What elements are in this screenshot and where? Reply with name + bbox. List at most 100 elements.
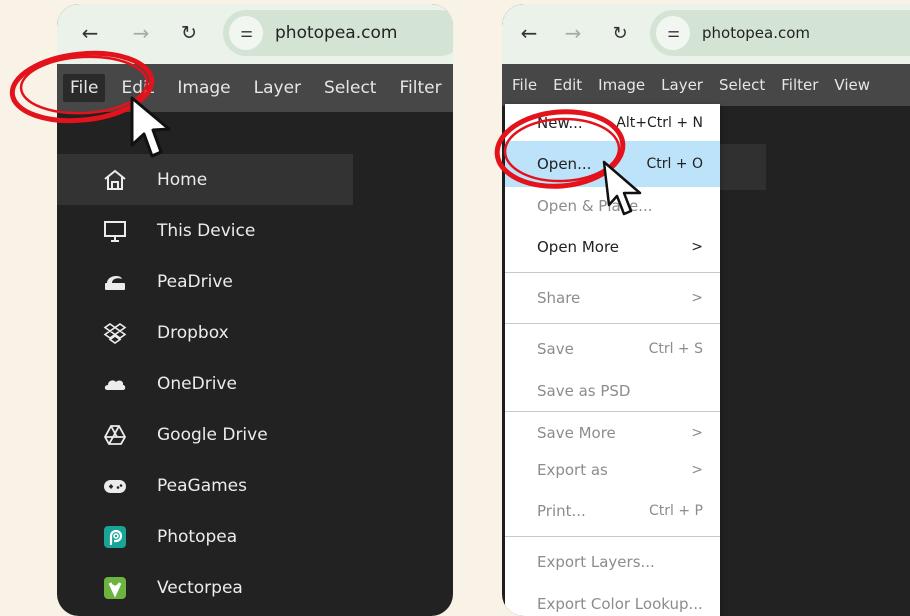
menu-item-shortcut: Ctrl + P: [649, 503, 703, 519]
app-menubar: File Edit Image Layer Select Filter View: [502, 64, 910, 106]
sidebar-label: This Device: [157, 220, 256, 241]
sidebar-label: OneDrive: [157, 373, 237, 394]
peadrive-icon: [103, 270, 127, 294]
sidebar-item-this-device[interactable]: This Device: [57, 205, 353, 256]
sidebar-item-onedrive[interactable]: OneDrive: [57, 358, 353, 409]
gamepad-icon: [103, 474, 127, 498]
sidebar-label: PeaDrive: [157, 271, 233, 292]
menu-separator: [505, 411, 720, 412]
url-text: photopea.com: [275, 23, 398, 43]
reload-button[interactable]: ↻: [174, 18, 204, 48]
menu-item-export-layers[interactable]: Export Layers...: [505, 539, 720, 585]
sidebar-label: Home: [157, 169, 208, 190]
vectorpea-icon: [103, 576, 127, 600]
menu-item-open[interactable]: Open... Ctrl + O: [505, 141, 720, 187]
menu-item-export-as[interactable]: Export as >: [505, 451, 720, 488]
menu-item-save[interactable]: Save Ctrl + S: [505, 326, 720, 372]
menu-item-label: Export Layers...: [537, 553, 655, 571]
forward-button[interactable]: →: [558, 18, 588, 48]
menu-item-label: Save as PSD: [537, 381, 631, 400]
sidebar-item-google-drive[interactable]: Google Drive: [57, 409, 353, 460]
sidebar-label: PeaGames: [157, 475, 247, 496]
right-screenshot-panel: ← → ↻ ⚌ photopea.com File Edit Image Lay…: [502, 4, 910, 616]
back-arrow-icon: ←: [81, 21, 99, 45]
menu-item-shortcut: Ctrl + S: [648, 341, 703, 357]
menu-item-save-more[interactable]: Save More >: [505, 414, 720, 451]
reload-button[interactable]: ↻: [605, 18, 635, 48]
back-button[interactable]: ←: [514, 18, 544, 48]
menu-item-save-psd[interactable]: Save as PSD: [505, 372, 720, 409]
back-button[interactable]: ←: [75, 18, 105, 48]
menu-item-open-more[interactable]: Open More >: [505, 224, 720, 270]
menu-item-open-place[interactable]: Open & Place...: [505, 187, 720, 224]
address-bar[interactable]: ⚌ photopea.com: [650, 10, 910, 56]
sidebar-label: Google Drive: [157, 424, 268, 445]
menu-item-shortcut: Ctrl + O: [646, 156, 703, 172]
menu-item-label: Share: [537, 289, 581, 307]
chevron-right-icon: >: [691, 461, 703, 478]
sidebar-label: Photopea: [157, 526, 238, 547]
menu-separator: [505, 323, 720, 324]
menu-separator: [505, 272, 720, 273]
menu-layer[interactable]: Layer: [247, 74, 308, 102]
reload-icon: ↻: [181, 22, 197, 44]
google-drive-icon: [103, 423, 127, 447]
menu-layer[interactable]: Layer: [654, 72, 710, 98]
sidebar-item-dropbox[interactable]: Dropbox: [57, 307, 353, 358]
menu-filter[interactable]: Filter: [774, 72, 825, 98]
menu-item-label: Open More: [537, 238, 620, 256]
monitor-icon: [103, 219, 127, 243]
forward-arrow-icon: →: [564, 21, 582, 45]
sidebar-item-vectorpea[interactable]: Vectorpea: [57, 562, 353, 613]
menu-image[interactable]: Image: [170, 74, 237, 102]
home-icon: [103, 168, 127, 192]
sidebar-item-home[interactable]: Home: [57, 154, 353, 205]
menu-item-label: Save: [537, 340, 574, 358]
chevron-right-icon: >: [691, 239, 703, 255]
menu-item-print[interactable]: Print... Ctrl + P: [505, 488, 720, 534]
reload-icon: ↻: [612, 22, 628, 44]
chevron-right-icon: >: [691, 290, 703, 306]
menu-item-label: Export Color Lookup...: [537, 594, 703, 613]
sidebar-item-peadrive[interactable]: PeaDrive: [57, 256, 353, 307]
file-menu-dropdown: New... Alt+Ctrl + N Open... Ctrl + O Ope…: [505, 104, 720, 616]
forward-button[interactable]: →: [126, 18, 156, 48]
menu-filter[interactable]: Filter: [392, 74, 448, 102]
onedrive-icon: [103, 372, 127, 396]
chevron-right-icon: >: [691, 424, 703, 441]
sidebar-item-photopea[interactable]: Photopea: [57, 511, 353, 562]
sidebar-selected-strip: [720, 144, 766, 190]
menu-edit[interactable]: Edit: [114, 74, 161, 102]
sidebar-label: Dropbox: [157, 322, 229, 343]
left-screenshot-panel: ← → ↻ ⚌ photopea.com File Edit Image Lay…: [57, 4, 453, 616]
menu-item-share[interactable]: Share >: [505, 275, 720, 321]
photopea-icon: [103, 525, 127, 549]
address-bar[interactable]: ⚌ photopea.com: [223, 10, 453, 56]
menu-edit[interactable]: Edit: [546, 72, 589, 98]
site-settings-icon[interactable]: ⚌: [229, 16, 263, 50]
menu-item-label: New...: [537, 113, 583, 132]
site-settings-icon[interactable]: ⚌: [656, 16, 690, 50]
menu-select[interactable]: Select: [712, 72, 772, 98]
menu-image[interactable]: Image: [591, 72, 652, 98]
menu-select[interactable]: Select: [317, 74, 383, 102]
menu-item-label: Export as: [537, 460, 608, 479]
menu-item-new[interactable]: New... Alt+Ctrl + N: [505, 104, 720, 141]
menu-file[interactable]: File: [63, 74, 106, 102]
app-menubar: File Edit Image Layer Select Filter: [57, 64, 453, 112]
url-text: photopea.com: [702, 24, 811, 42]
browser-toolbar: ← → ↻ ⚌ photopea.com: [57, 4, 453, 64]
dropbox-icon: [103, 321, 127, 345]
menu-item-label: Open...: [537, 155, 592, 173]
sidebar-item-peagames[interactable]: PeaGames: [57, 460, 353, 511]
home-sidebar: Home This Device PeaDrive Dropbox OneDri…: [57, 154, 353, 613]
menu-item-label: Save More: [537, 423, 616, 442]
menu-item-export-color-lookup[interactable]: Export Color Lookup...: [505, 585, 720, 616]
menu-file[interactable]: File: [505, 72, 544, 98]
menu-item-shortcut: Alt+Ctrl + N: [616, 114, 703, 131]
menu-view[interactable]: View: [827, 72, 877, 98]
browser-toolbar: ← → ↻ ⚌ photopea.com: [502, 4, 910, 64]
sidebar-label: Vectorpea: [157, 577, 243, 598]
menu-separator: [505, 536, 720, 537]
back-arrow-icon: ←: [520, 21, 538, 45]
